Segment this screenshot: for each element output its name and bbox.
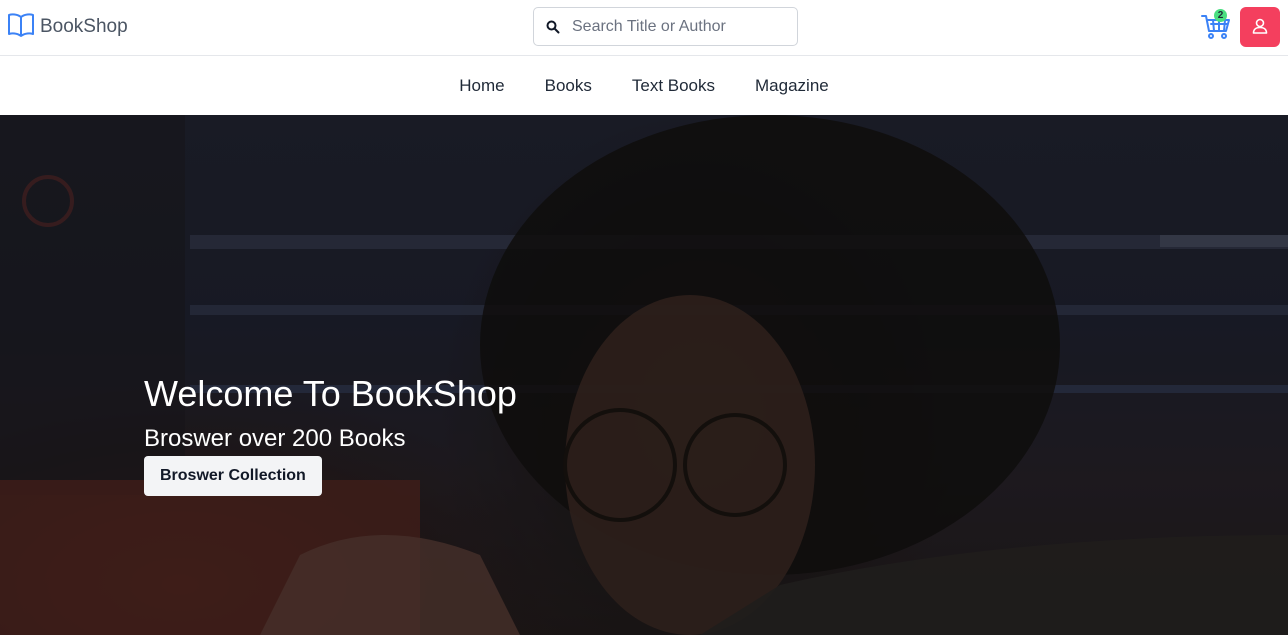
search-input[interactable] — [572, 17, 787, 36]
brand-logo-link[interactable]: BookShop — [7, 12, 128, 42]
top-header: BookShop 2 — [0, 0, 1288, 56]
hero-banner: Welcome To BookShop Broswer over 200 Boo… — [0, 115, 1288, 635]
hero-title: Welcome To BookShop — [144, 373, 517, 414]
book-icon — [7, 12, 35, 43]
main-navigation: Home Books Text Books Magazine — [0, 56, 1288, 115]
nav-home[interactable]: Home — [459, 76, 504, 96]
hero-content: Welcome To BookShop Broswer over 200 Boo… — [144, 373, 517, 496]
hero-subtitle: Broswer over 200 Books — [144, 425, 406, 452]
nav-magazine[interactable]: Magazine — [755, 76, 829, 96]
browse-collection-button[interactable]: Broswer Collection — [144, 456, 322, 496]
cart-button[interactable]: 2 — [1201, 9, 1233, 45]
cart-icon — [1201, 15, 1231, 45]
user-account-button[interactable] — [1240, 7, 1280, 47]
search-icon — [534, 20, 572, 34]
cart-count-badge: 2 — [1214, 9, 1227, 22]
brand-name: BookShop — [40, 16, 128, 37]
search-box — [533, 7, 798, 46]
user-icon — [1251, 17, 1269, 38]
nav-text-books[interactable]: Text Books — [632, 76, 715, 96]
nav-books[interactable]: Books — [545, 76, 592, 96]
